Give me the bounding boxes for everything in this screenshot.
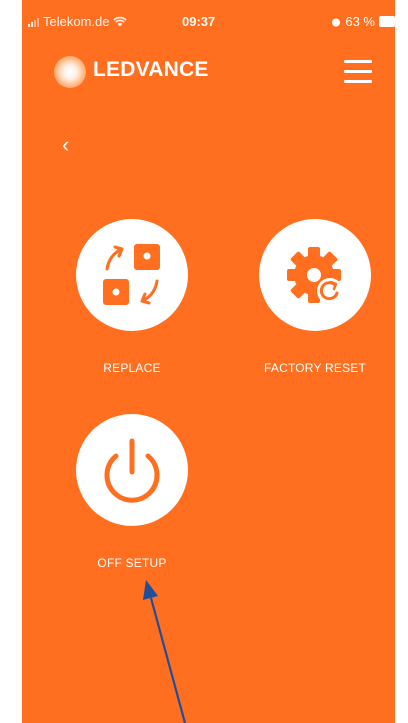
status-right: 63 % bbox=[331, 14, 395, 29]
replace-action[interactable]: REPLACE bbox=[62, 219, 202, 375]
ledvance-logo-icon bbox=[54, 56, 86, 88]
battery-percent: 63 % bbox=[345, 14, 375, 29]
replace-icon bbox=[103, 244, 160, 305]
off-setup-action[interactable]: OFF SETUP bbox=[62, 414, 202, 570]
off-setup-label: OFF SETUP bbox=[97, 556, 167, 570]
battery-icon bbox=[379, 16, 395, 27]
factory-reset-action[interactable]: FACTORY RESET bbox=[245, 219, 385, 375]
brand-name: LEDVANCE bbox=[93, 58, 209, 81]
status-left: Telekom.de bbox=[28, 14, 128, 29]
carrier-name: Telekom.de bbox=[43, 14, 110, 29]
factory-reset-button[interactable] bbox=[259, 219, 371, 331]
off-setup-button[interactable] bbox=[76, 414, 188, 526]
wifi-icon bbox=[113, 16, 128, 27]
app-screen: Telekom.de 09:37 63 % LEDVANCE ‹ REPLACE… bbox=[22, 0, 395, 723]
factory-reset-label: FACTORY RESET bbox=[264, 361, 366, 375]
alarm-icon bbox=[332, 18, 341, 26]
back-button[interactable]: ‹ bbox=[62, 134, 80, 156]
replace-button[interactable] bbox=[76, 219, 188, 331]
app-header: LEDVANCE bbox=[22, 52, 395, 92]
status-time: 09:37 bbox=[182, 14, 216, 29]
replace-label: REPLACE bbox=[103, 361, 161, 375]
status-bar: Telekom.de 09:37 63 % bbox=[22, 0, 395, 44]
hamburger-menu-icon[interactable] bbox=[344, 58, 374, 84]
power-icon bbox=[104, 438, 160, 503]
signal-icon bbox=[28, 17, 39, 27]
gear-reset-icon bbox=[287, 247, 343, 304]
chevron-left-icon: ‹ bbox=[62, 132, 70, 157]
